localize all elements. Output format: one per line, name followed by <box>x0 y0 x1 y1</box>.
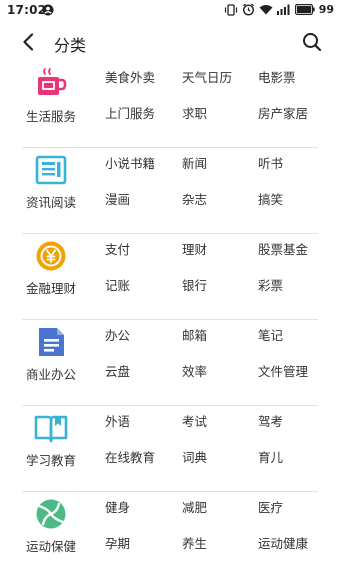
category-list: 生活服务 美食外卖 天气日历 电影票 上门服务 求职 房产家居 资讯阅读 小说书… <box>0 62 340 578</box>
subcategory-item[interactable]: 听书 <box>258 153 283 172</box>
category-sports-health: 运动保健 健身 减肥 医疗 孕期 养生 运动健康 <box>0 492 340 578</box>
subcategory-item[interactable]: 房产家居 <box>258 103 308 122</box>
category-header[interactable]: 商业办公 <box>18 320 84 406</box>
battery-level: 99 <box>318 3 334 16</box>
subcategory-item[interactable]: 笔记 <box>258 325 283 344</box>
subcategory-item[interactable]: 小说书籍 <box>105 153 155 172</box>
subcategory-item[interactable]: 银行 <box>182 275 207 294</box>
category-label: 生活服务 <box>25 109 76 124</box>
category-label: 学习教育 <box>25 453 76 468</box>
document-icon <box>39 328 64 356</box>
subcategory-item[interactable]: 新闻 <box>182 153 207 172</box>
subcategory-item[interactable]: 上门服务 <box>105 103 155 122</box>
subcategory-item[interactable]: 医疗 <box>258 497 283 516</box>
yen-coin-icon <box>36 241 66 271</box>
category-label: 运动保健 <box>25 539 76 554</box>
subcategory-item[interactable]: 育儿 <box>258 447 283 466</box>
subcategory-item[interactable]: 天气日历 <box>182 67 232 86</box>
category-label: 金融理财 <box>25 281 76 296</box>
status-bar: 17:02 99 <box>0 0 340 22</box>
subcategory-item[interactable]: 支付 <box>105 239 130 258</box>
back-button[interactable] <box>16 30 40 54</box>
open-book-icon <box>34 415 68 443</box>
subcategory-item[interactable]: 邮箱 <box>182 325 207 344</box>
category-header[interactable]: 运动保健 <box>18 492 84 578</box>
subcategory-item[interactable]: 理财 <box>182 239 207 258</box>
category-header[interactable]: 学习教育 <box>18 406 84 492</box>
category-label: 商业办公 <box>25 367 76 382</box>
subcategory-item[interactable]: 股票基金 <box>258 239 308 258</box>
category-news-reading: 资讯阅读 小说书籍 新闻 听书 漫画 杂志 搞笑 <box>0 148 340 234</box>
category-header[interactable]: 金融理财 <box>18 234 84 320</box>
notification-face-icon <box>42 4 54 16</box>
subcategory-item[interactable]: 在线教育 <box>105 447 155 466</box>
newspaper-icon <box>35 155 67 185</box>
signal-icon <box>276 4 291 15</box>
subcategory-item[interactable]: 电影票 <box>258 67 296 86</box>
wifi-icon <box>259 4 273 15</box>
subcategory-item[interactable]: 词典 <box>182 447 207 466</box>
category-life-services: 生活服务 美食外卖 天气日历 电影票 上门服务 求职 房产家居 <box>0 62 340 148</box>
cup-icon <box>38 68 67 95</box>
toolbar: 分类 <box>0 22 340 62</box>
subcategory-item[interactable]: 驾考 <box>258 411 283 430</box>
subcategory-item[interactable]: 考试 <box>182 411 207 430</box>
subcategory-item[interactable]: 减肥 <box>182 497 207 516</box>
battery-icon <box>294 4 315 15</box>
alarm-icon <box>242 3 255 16</box>
subcategory-item[interactable]: 漫画 <box>105 189 130 208</box>
subcategory-item[interactable]: 办公 <box>105 325 130 344</box>
status-time: 17:02 <box>7 3 47 17</box>
vibrate-icon <box>224 3 238 16</box>
subcategory-item[interactable]: 效率 <box>182 361 207 380</box>
ball-icon <box>36 499 66 529</box>
subcategory-item[interactable]: 美食外卖 <box>105 67 155 86</box>
category-study-education: 学习教育 外语 考试 驾考 在线教育 词典 育儿 <box>0 406 340 492</box>
subcategory-item[interactable]: 养生 <box>182 533 207 552</box>
back-arrow-icon <box>23 33 34 51</box>
search-button[interactable] <box>300 30 324 54</box>
category-business-office: 商业办公 办公 邮箱 笔记 云盘 效率 文件管理 <box>0 320 340 406</box>
subcategory-item[interactable]: 记账 <box>105 275 130 294</box>
status-indicators: 99 <box>224 3 334 16</box>
subcategory-item[interactable]: 云盘 <box>105 361 130 380</box>
subcategory-item[interactable]: 运动健康 <box>258 533 308 552</box>
page-title: 分类 <box>54 36 87 55</box>
subcategory-item[interactable]: 求职 <box>182 103 207 122</box>
subcategory-item[interactable]: 文件管理 <box>258 361 308 380</box>
subcategory-item[interactable]: 杂志 <box>182 189 207 208</box>
subcategory-item[interactable]: 外语 <box>105 411 130 430</box>
category-label: 资讯阅读 <box>25 195 76 210</box>
category-header[interactable]: 资讯阅读 <box>18 148 84 234</box>
subcategory-item[interactable]: 健身 <box>105 497 130 516</box>
subcategory-item[interactable]: 彩票 <box>258 275 283 294</box>
category-finance: 金融理财 支付 理财 股票基金 记账 银行 彩票 <box>0 234 340 320</box>
subcategory-item[interactable]: 孕期 <box>105 533 130 552</box>
subcategory-item[interactable]: 搞笑 <box>258 189 283 208</box>
category-header[interactable]: 生活服务 <box>18 62 84 148</box>
search-icon <box>303 33 322 52</box>
